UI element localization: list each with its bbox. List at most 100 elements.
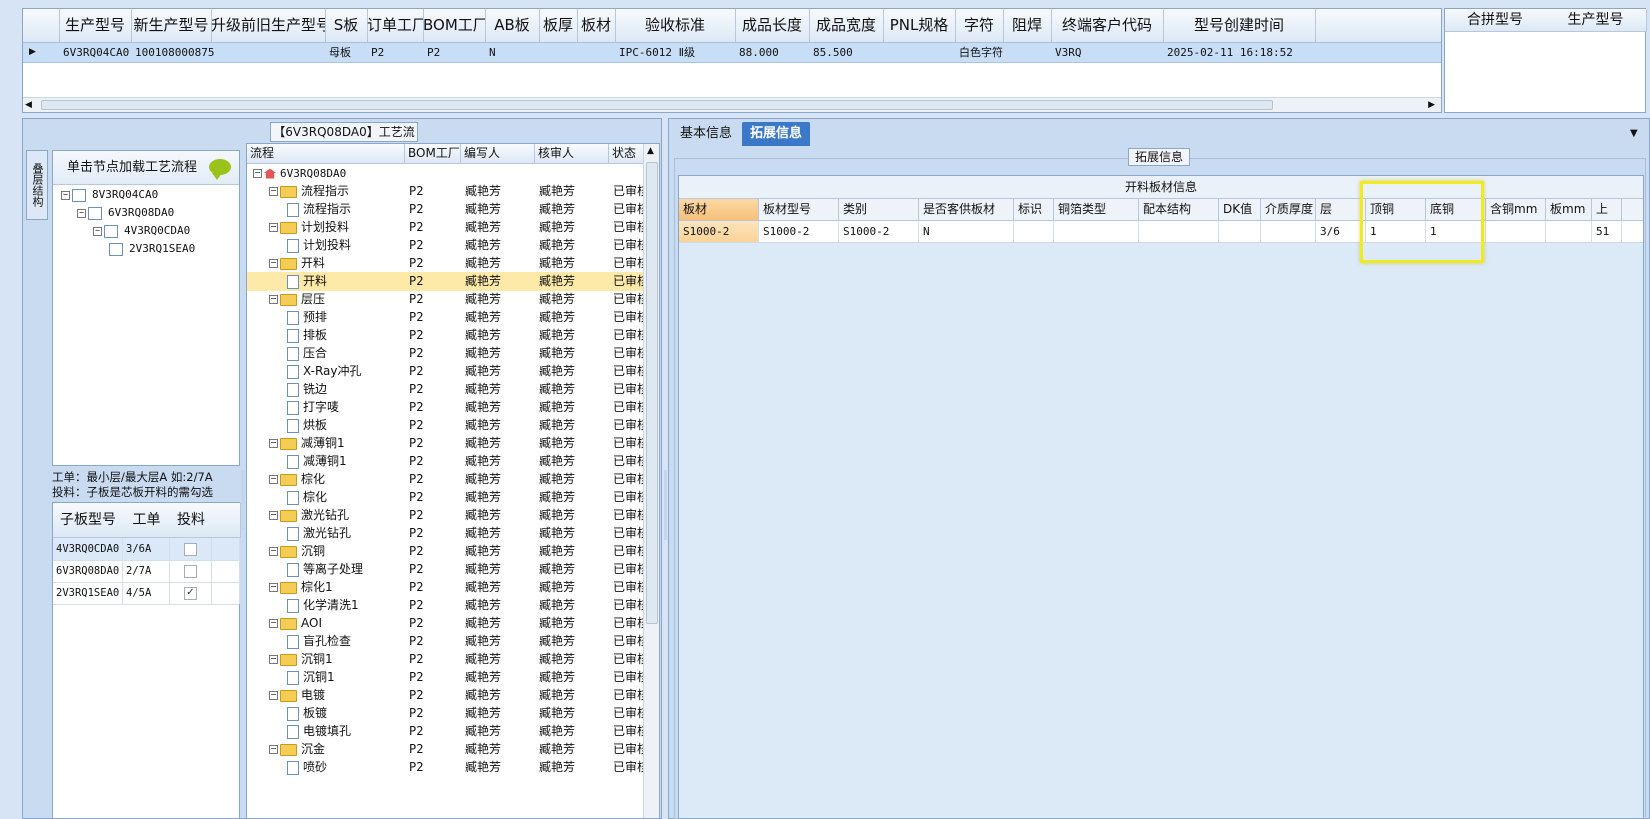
table-row[interactable]: − 减薄铜1 P2 臧艳芳 臧艳芳 已审核 xyxy=(247,434,644,453)
tree-toggle-icon[interactable]: − xyxy=(269,295,278,304)
table-row[interactable]: 6V3RQ08DA0 2/7A xyxy=(53,560,240,583)
table-row[interactable]: − 开料 P2 臧艳芳 臧艳芳 已审核 xyxy=(247,254,644,273)
feed-checkbox[interactable] xyxy=(184,543,197,556)
tree-toggle-icon[interactable]: − xyxy=(269,259,278,268)
tree-node[interactable]: 2V3RQ1SEA0 xyxy=(109,241,195,257)
table-row[interactable]: 排板 P2 臧艳芳 臧艳芳 已审核 xyxy=(247,326,644,345)
table-row[interactable]: − 沉铜1 P2 臧艳芳 臧艳芳 已审核 xyxy=(247,650,644,669)
table-row[interactable]: − 6V3RQ08DA0 xyxy=(247,164,644,183)
table-row[interactable]: − 棕化1 P2 臧艳芳 臧艳芳 已审核 xyxy=(247,578,644,597)
scroll-thumb[interactable] xyxy=(646,162,658,624)
tree-node[interactable]: − 8V3RQ04CA0 xyxy=(61,187,158,203)
tree-toggle-icon[interactable]: − xyxy=(269,547,278,556)
tree-toggle-icon[interactable]: − xyxy=(93,226,102,236)
table-row[interactable]: − 激光钻孔 P2 臧艳芳 臧艳芳 已审核 xyxy=(247,506,644,525)
tree-toggle-icon[interactable]: − xyxy=(269,511,278,520)
tree-toggle-icon[interactable]: − xyxy=(269,655,278,664)
tree-toggle-icon[interactable]: − xyxy=(269,439,278,448)
table-row[interactable]: 压合 P2 臧艳芳 臧艳芳 已审核 xyxy=(247,344,644,363)
material-cell[interactable] xyxy=(1014,221,1054,242)
table-row[interactable]: − 计划投料 P2 臧艳芳 臧艳芳 已审核 xyxy=(247,218,644,237)
tab-dropdown-icon[interactable]: ▼ xyxy=(1622,122,1646,146)
table-row[interactable]: 开料 P2 臧艳芳 臧艳芳 已审核 xyxy=(247,272,644,291)
process-bom: P2 xyxy=(409,706,424,720)
table-row[interactable]: − 沉铜 P2 臧艳芳 臧艳芳 已审核 xyxy=(247,542,644,561)
table-row[interactable]: S1000-2 S1000-2 S1000-2 N 3/6 1 1 51 xyxy=(679,221,1643,243)
table-row[interactable]: 计划投料 P2 臧艳芳 臧艳芳 已审核 xyxy=(247,236,644,255)
horizontal-scrollbar[interactable]: ◀ ▶ xyxy=(23,97,1441,112)
table-row[interactable]: − 电镀 P2 臧艳芳 臧艳芳 已审核 xyxy=(247,686,644,705)
tree-toggle-icon[interactable]: − xyxy=(61,190,70,200)
table-row[interactable]: ▶ 6V3RQ04CA0 10010800087554 母板 P2 P2 N IPC-601… xyxy=(23,43,1441,63)
table-row[interactable]: 打字唛 P2 臧艳芳 臧艳芳 已审核 xyxy=(247,398,644,417)
tree-toggle-icon[interactable]: − xyxy=(77,208,86,218)
scroll-right-icon[interactable]: ▶ xyxy=(1428,100,1435,110)
tree-toggle-icon[interactable]: − xyxy=(269,187,278,196)
stackup-tree[interactable]: 单击节点加载工艺流程 −8V3RQ04CA0−6V3RQ08DA0−4V3RQ0… xyxy=(52,150,240,466)
info-tabs[interactable]: 基本信息 拓展信息 ▼ xyxy=(668,122,1650,146)
table-row[interactable]: − 流程指示 P2 臧艳芳 臧艳芳 已审核 xyxy=(247,182,644,201)
table-row[interactable]: 烘板 P2 臧艳芳 臧艳芳 已审核 xyxy=(247,416,644,435)
process-col-header: 流程 xyxy=(247,144,405,163)
table-row[interactable]: 棕化 P2 臧艳芳 臧艳芳 已审核 xyxy=(247,488,644,507)
stackup-vertical-tab[interactable]: 叠层结构 xyxy=(26,150,48,220)
table-row[interactable]: 预排 P2 臧艳芳 臧艳芳 已审核 xyxy=(247,308,644,327)
material-cell[interactable] xyxy=(1261,221,1316,242)
material-info-grid[interactable]: 开料板材信息 板材 板材型号 类别 是否客供板材 标识 铜箔类型 配本结构 DK值 介质厚度层顶… xyxy=(678,175,1644,819)
splitter-handle[interactable] xyxy=(241,470,245,530)
material-cell[interactable] xyxy=(1139,221,1219,242)
table-row[interactable]: 减薄铜1 P2 臧艳芳 臧艳芳 已审核 xyxy=(247,452,644,471)
table-row[interactable]: 化学清洗1 P2 臧艳芳 臧艳芳 已审核 xyxy=(247,596,644,615)
table-row[interactable]: − AOI P2 臧艳芳 臧艳芳 已审核 xyxy=(247,614,644,633)
tree-toggle-icon[interactable]: − xyxy=(253,169,262,178)
splitter-handle[interactable] xyxy=(664,470,667,540)
table-row[interactable]: 4V3RQ0CDA0 3/6A xyxy=(53,538,240,561)
scroll-left-icon[interactable]: ◀ xyxy=(25,100,32,110)
table-row[interactable]: 板镀 P2 臧艳芳 臧艳芳 已审核 xyxy=(247,704,644,723)
material-cell[interactable]: N xyxy=(919,221,1014,242)
merge-model-panel[interactable]: 合拼型号 生产型号 xyxy=(1444,8,1647,113)
table-row[interactable]: 铣边 P2 臧艳芳 臧艳芳 已审核 xyxy=(247,380,644,399)
tree-toggle-icon[interactable]: − xyxy=(269,475,278,484)
process-reviewer: 臧艳芳 xyxy=(539,454,576,468)
table-row[interactable]: − 沉金 P2 臧艳芳 臧艳芳 已审核 xyxy=(247,740,644,759)
tab-basic-info[interactable]: 基本信息 xyxy=(672,122,740,146)
table-row[interactable]: 激光钻孔 P2 臧艳芳 臧艳芳 已审核 xyxy=(247,524,644,543)
table-row[interactable]: − 层压 P2 臧艳芳 臧艳芳 已审核 xyxy=(247,290,644,309)
table-row[interactable]: 流程指示 P2 臧艳芳 臧艳芳 已审核 xyxy=(247,200,644,219)
table-row[interactable]: 电镀填孔 P2 臧艳芳 臧艳芳 已审核 xyxy=(247,722,644,741)
table-row[interactable]: 喷砂 P2 臧艳芳 臧艳芳 已审核 xyxy=(247,758,644,777)
process-flow-grid[interactable]: 流程 BOM工厂 编写人 核审人 状态 −6V3RQ08DA0− 流程指示 P2 臧艳… xyxy=(246,143,660,819)
tree-toggle-icon[interactable]: − xyxy=(269,745,278,754)
material-cell[interactable] xyxy=(1219,221,1261,242)
product-grid[interactable]: 生产型号 新生产型号 升级前旧生产型号 S板 订单工厂 BOM工厂 AB板 板厚 板材 验收标准成… xyxy=(22,8,1442,113)
table-row[interactable]: 2V3RQ1SEA0 4/5A ✓ xyxy=(53,582,240,605)
tab-extended-info[interactable]: 拓展信息 xyxy=(742,122,811,146)
table-row[interactable]: 等离子处理 P2 臧艳芳 臧艳芳 已审核 xyxy=(247,560,644,579)
material-cell[interactable]: 3/6 xyxy=(1316,221,1366,242)
material-cell[interactable] xyxy=(1486,221,1546,242)
scroll-up-icon[interactable]: ▲ xyxy=(647,146,654,156)
material-cell[interactable]: 51 xyxy=(1592,221,1622,242)
table-row[interactable]: X-Ray冲孔 P2 臧艳芳 臧艳芳 已审核 xyxy=(247,362,644,381)
subboard-grid[interactable]: 子板型号 工单 投料 4V3RQ0CDA0 3/6A 6V3RQ08DA0 2/7A 2… xyxy=(52,502,241,819)
scroll-thumb[interactable] xyxy=(41,100,1273,110)
vertical-scrollbar[interactable]: ▲ xyxy=(643,144,659,818)
material-cell[interactable]: S1000-2 xyxy=(679,221,759,242)
process-status: 已审核 xyxy=(613,742,644,756)
tree-toggle-icon[interactable]: − xyxy=(269,583,278,592)
feed-checkbox[interactable] xyxy=(184,565,197,578)
material-cell[interactable] xyxy=(1546,221,1592,242)
table-row[interactable]: 沉铜1 P2 臧艳芳 臧艳芳 已审核 xyxy=(247,668,644,687)
tree-toggle-icon[interactable]: − xyxy=(269,223,278,232)
tree-toggle-icon[interactable]: − xyxy=(269,691,278,700)
feed-checkbox[interactable]: ✓ xyxy=(184,587,197,600)
tree-toggle-icon[interactable]: − xyxy=(269,619,278,628)
tree-node[interactable]: − 4V3RQ0CDA0 xyxy=(93,223,190,239)
table-row[interactable]: − 棕化 P2 臧艳芳 臧艳芳 已审核 xyxy=(247,470,644,489)
table-row[interactable]: 盲孔检查 P2 臧艳芳 臧艳芳 已审核 xyxy=(247,632,644,651)
material-cell[interactable]: S1000-2 xyxy=(839,221,919,242)
material-cell[interactable] xyxy=(1054,221,1139,242)
tree-node[interactable]: − 6V3RQ08DA0 xyxy=(77,205,174,221)
material-cell[interactable]: S1000-2 xyxy=(759,221,839,242)
